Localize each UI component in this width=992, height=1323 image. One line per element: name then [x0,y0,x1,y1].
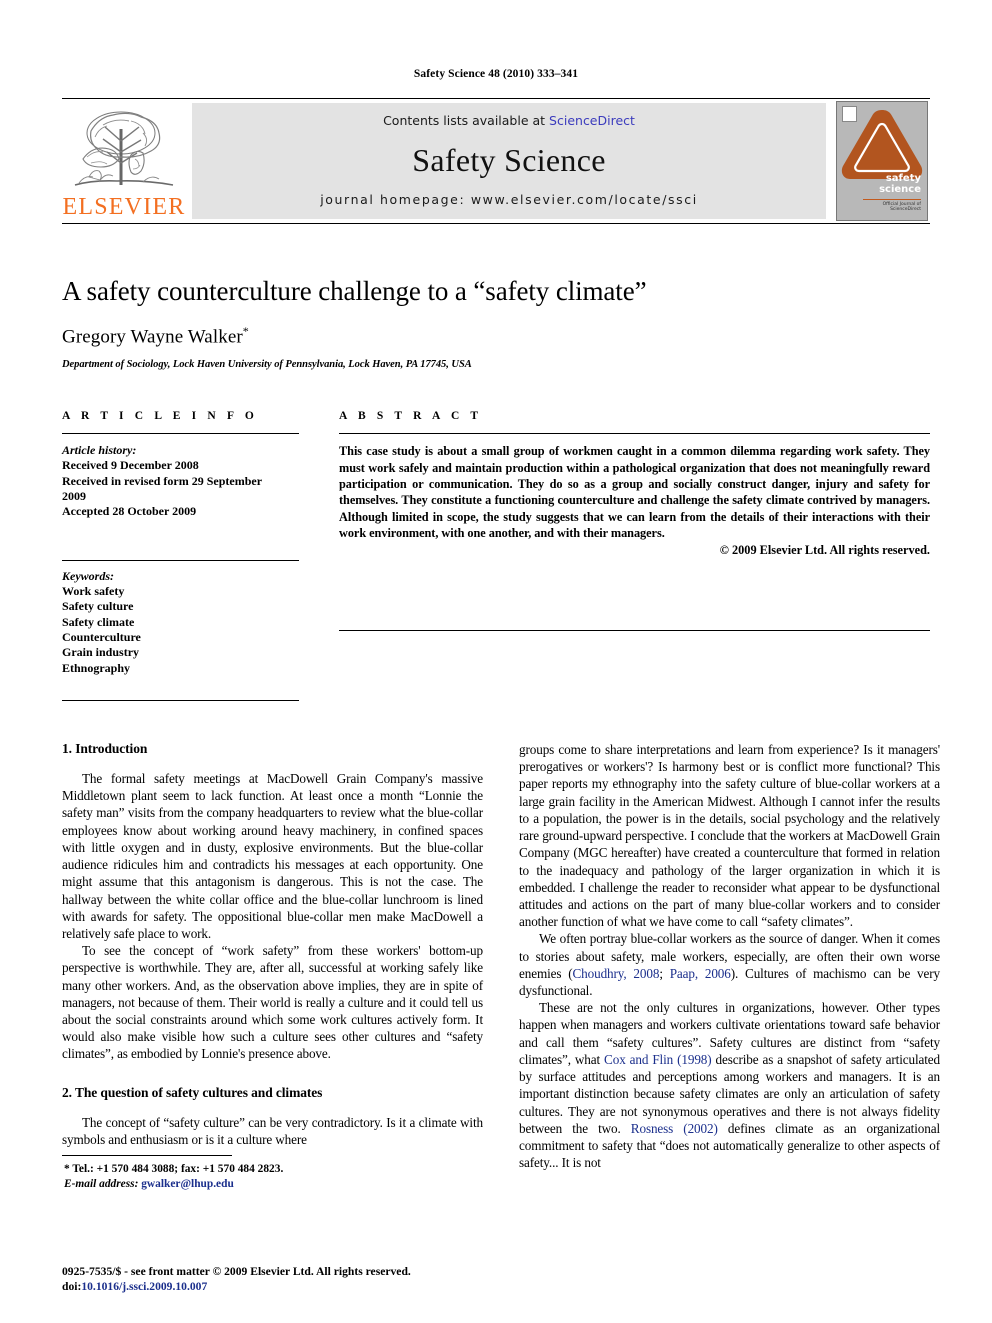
footnote-tel: Tel.: +1 570 484 3088; fax: +1 570 484 2… [72,1163,284,1176]
article-info-bottom-rule [62,699,299,701]
contents-line: Contents lists available at ScienceDirec… [383,113,635,128]
journal-title: Safety Science [412,141,606,178]
footnote-email-link[interactable]: gwalker@lhup.edu [141,1178,234,1190]
keyword-item: Work safety [62,583,125,598]
affiliation: Department of Sociology, Lock Haven Univ… [62,359,472,371]
contents-prefix: Contents lists available at [383,113,550,128]
keyword-item: Safety culture [62,599,134,614]
issn-line: 0925-7535/$ - see front matter © 2009 El… [62,1264,411,1278]
page-title: A safety counterculture challenge to a “… [62,276,647,306]
journal-masthead: ELSEVIER Contents lists available at Sci… [62,98,930,224]
abstract-copyright: © 2009 Elsevier Ltd. All rights reserved… [719,543,930,558]
doi-prefix: doi: [62,1280,82,1294]
section-1-paragraph: To see the concept of “work safety” from… [62,943,483,1062]
keyword-item: Safety climate [62,614,135,629]
abstract-heading: A B S T R A C T [339,410,483,423]
section-2-paragraph: The concept of “safety culture” can be v… [62,1114,483,1147]
doi-line: doi:10.1016/j.ssci.2009.10.007 [62,1279,411,1295]
cover-title-line2: science [879,183,921,195]
author-footnote-marker[interactable]: * [243,324,249,338]
article-info-column: A R T I C L E I N F O Article history: R… [62,410,299,701]
elsevier-logo-block: ELSEVIER [62,99,186,223]
keywords-label: Keywords: [62,568,114,583]
author-label: Gregory Wayne Walker [62,326,243,348]
author-name: Gregory Wayne Walker* [62,324,930,348]
citation-paap[interactable]: Paap, 2006 [670,966,731,981]
doi-link[interactable]: 10.1016/j.ssci.2009.10.007 [81,1280,207,1293]
author-footnote: * Tel.: +1 570 484 3088; fax: +1 570 484… [62,1155,283,1192]
cover-publisher-badge [842,106,857,122]
article-history-line: Received in revised form 29 September [62,473,263,488]
cover-title-line1: safety [885,173,921,184]
body-right-column: groups come to share interpretations and… [519,741,940,1192]
para2-text-b: ; [659,965,670,981]
section-1-paragraph: The formal safety meetings at MacDowell … [62,770,483,941]
right-paragraph-1: groups come to share interpretations and… [519,741,940,930]
abstract-column: A B S T R A C T This case study is about… [339,410,930,701]
journal-cover-image: safety science Official Journal of Scien… [836,101,928,221]
article-history-label: Article history: [62,443,137,458]
title-block: A safety counterculture challenge to a “… [62,276,930,370]
body-columns: 1. Introduction The formal safety meetin… [62,741,940,1192]
citation-choudhry[interactable]: Choudhry, 2008 [572,966,659,981]
sciencedirect-link[interactable]: ScienceDirect [549,113,635,128]
cover-title: safety science [879,173,921,195]
citation-cox-and-flin[interactable]: Cox and Flin (1998) [604,1052,712,1067]
body-left-column: 1. Introduction The formal safety meetin… [62,741,483,1192]
section-2-heading: 2. The question of safety cultures and c… [62,1084,323,1100]
cover-footer-line2: ScienceDirect [890,207,921,213]
keywords-rule [62,559,299,561]
journal-cover-block: safety science Official Journal of Scien… [834,99,930,223]
footnote-marker: * [64,1163,70,1176]
article-history-line: Received 9 December 2008 [62,458,199,473]
footnote-email-line: E-mail address: gwalker@lhup.edu [62,1177,234,1192]
right-paragraph-3: These are not the only cultures in organ… [519,999,940,1171]
abstract-text: This case study is about a small group o… [339,444,930,541]
journal-banner: Contents lists available at ScienceDirec… [192,103,826,219]
keyword-item: Counterculture [62,629,141,644]
article-history-line: Accepted 28 October 2009 [62,504,197,519]
citation-rosness[interactable]: Rosness (2002) [631,1121,718,1136]
page-footer: 0925-7535/$ - see front matter © 2009 El… [62,1264,411,1295]
right-paragraph-2: We often portray blue-collar workers as … [519,930,940,999]
keyword-item: Ethnography [62,660,131,675]
section-1-heading: 1. Introduction [62,740,148,756]
journal-homepage[interactable]: journal homepage: www.elsevier.com/locat… [320,192,698,207]
cover-footer: Official Journal of ScienceDirect [863,199,921,216]
article-page: Safety Science 48 (2010) 333–341 ELSEVIE… [0,0,992,1323]
keywords-block: Keywords: Work safety Safety culture Saf… [62,559,299,676]
elsevier-tree-icon [74,111,174,186]
running-head: Safety Science 48 (2010) 333–341 [413,68,579,80]
article-info-heading: A R T I C L E I N F O [62,410,258,423]
elsevier-wordmark: ELSEVIER [62,194,186,220]
article-history-line: 2009 [62,489,86,504]
footnote-tel-line: * Tel.: +1 570 484 3088; fax: +1 570 484… [62,1162,283,1177]
footnote-email-label: E-mail address: [64,1177,139,1190]
info-abstract-region: A R T I C L E I N F O Article history: R… [62,410,930,701]
keyword-item: Grain industry [62,645,140,660]
abstract-rule [339,433,930,435]
abstract-bottom-rule [339,630,930,632]
article-info-rule [62,433,299,435]
